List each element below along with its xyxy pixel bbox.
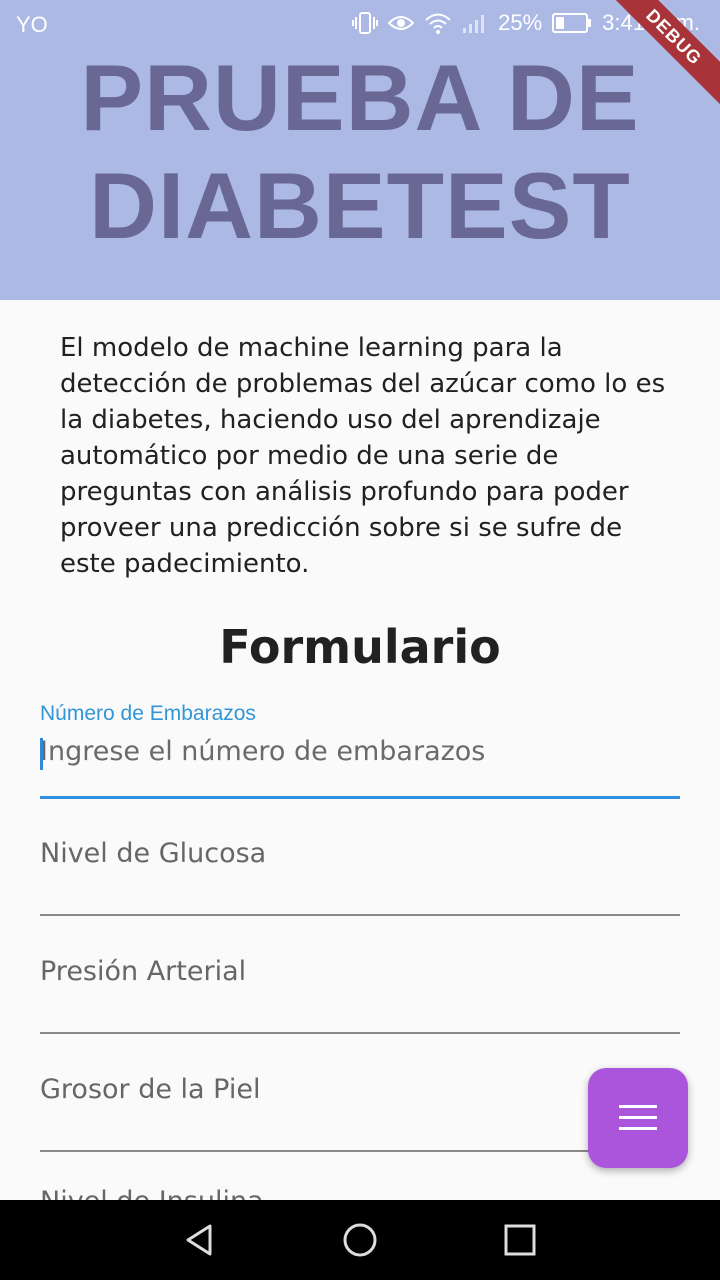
signal-icon — [463, 15, 485, 33]
glucose-underline — [40, 914, 680, 916]
menu-icon — [619, 1105, 657, 1130]
description-text: El modelo de machine learning para la de… — [60, 333, 666, 579]
page-title: PRUEBA DE DIABETEST — [0, 44, 720, 260]
vibrate-icon — [352, 12, 379, 34]
pregnancies-label: Número de Embarazos — [40, 702, 256, 725]
eye-icon — [388, 16, 415, 30]
recents-square-icon[interactable] — [500, 1220, 540, 1260]
glucose-field[interactable]: Nivel de Glucosa — [40, 838, 680, 918]
text-cursor — [40, 738, 43, 770]
battery-icon — [552, 13, 592, 33]
pregnancies-underline — [40, 796, 680, 799]
title-line-1: PRUEBA DE — [80, 45, 640, 150]
wifi-icon — [425, 13, 451, 34]
battery-percent: 25% — [498, 10, 543, 35]
title-line-2: DIABETEST — [89, 153, 631, 258]
pregnancies-field[interactable]: Número de Embarazos — [40, 702, 680, 802]
blood-pressure-field[interactable]: Presión Arterial — [40, 956, 680, 1036]
glucose-label: Nivel de Glucosa — [40, 838, 267, 869]
skin-thickness-label: Grosor de la Piel — [40, 1074, 261, 1105]
back-triangle-icon[interactable] — [180, 1220, 220, 1260]
menu-fab-button[interactable] — [588, 1068, 688, 1168]
blood-pressure-underline — [40, 1032, 680, 1034]
blood-pressure-label: Presión Arterial — [40, 956, 247, 987]
pregnancies-input[interactable] — [40, 736, 680, 767]
skin-thickness-field[interactable]: Grosor de la Piel — [40, 1074, 680, 1154]
skin-thickness-underline — [40, 1150, 680, 1152]
carrier-label: YO — [16, 12, 48, 37]
status-bar: YO 25% 3:41 p. m. — [0, 0, 720, 50]
system-nav-bar — [0, 1200, 720, 1280]
form-title: Formulario — [219, 620, 501, 674]
home-circle-icon[interactable] — [340, 1220, 380, 1260]
